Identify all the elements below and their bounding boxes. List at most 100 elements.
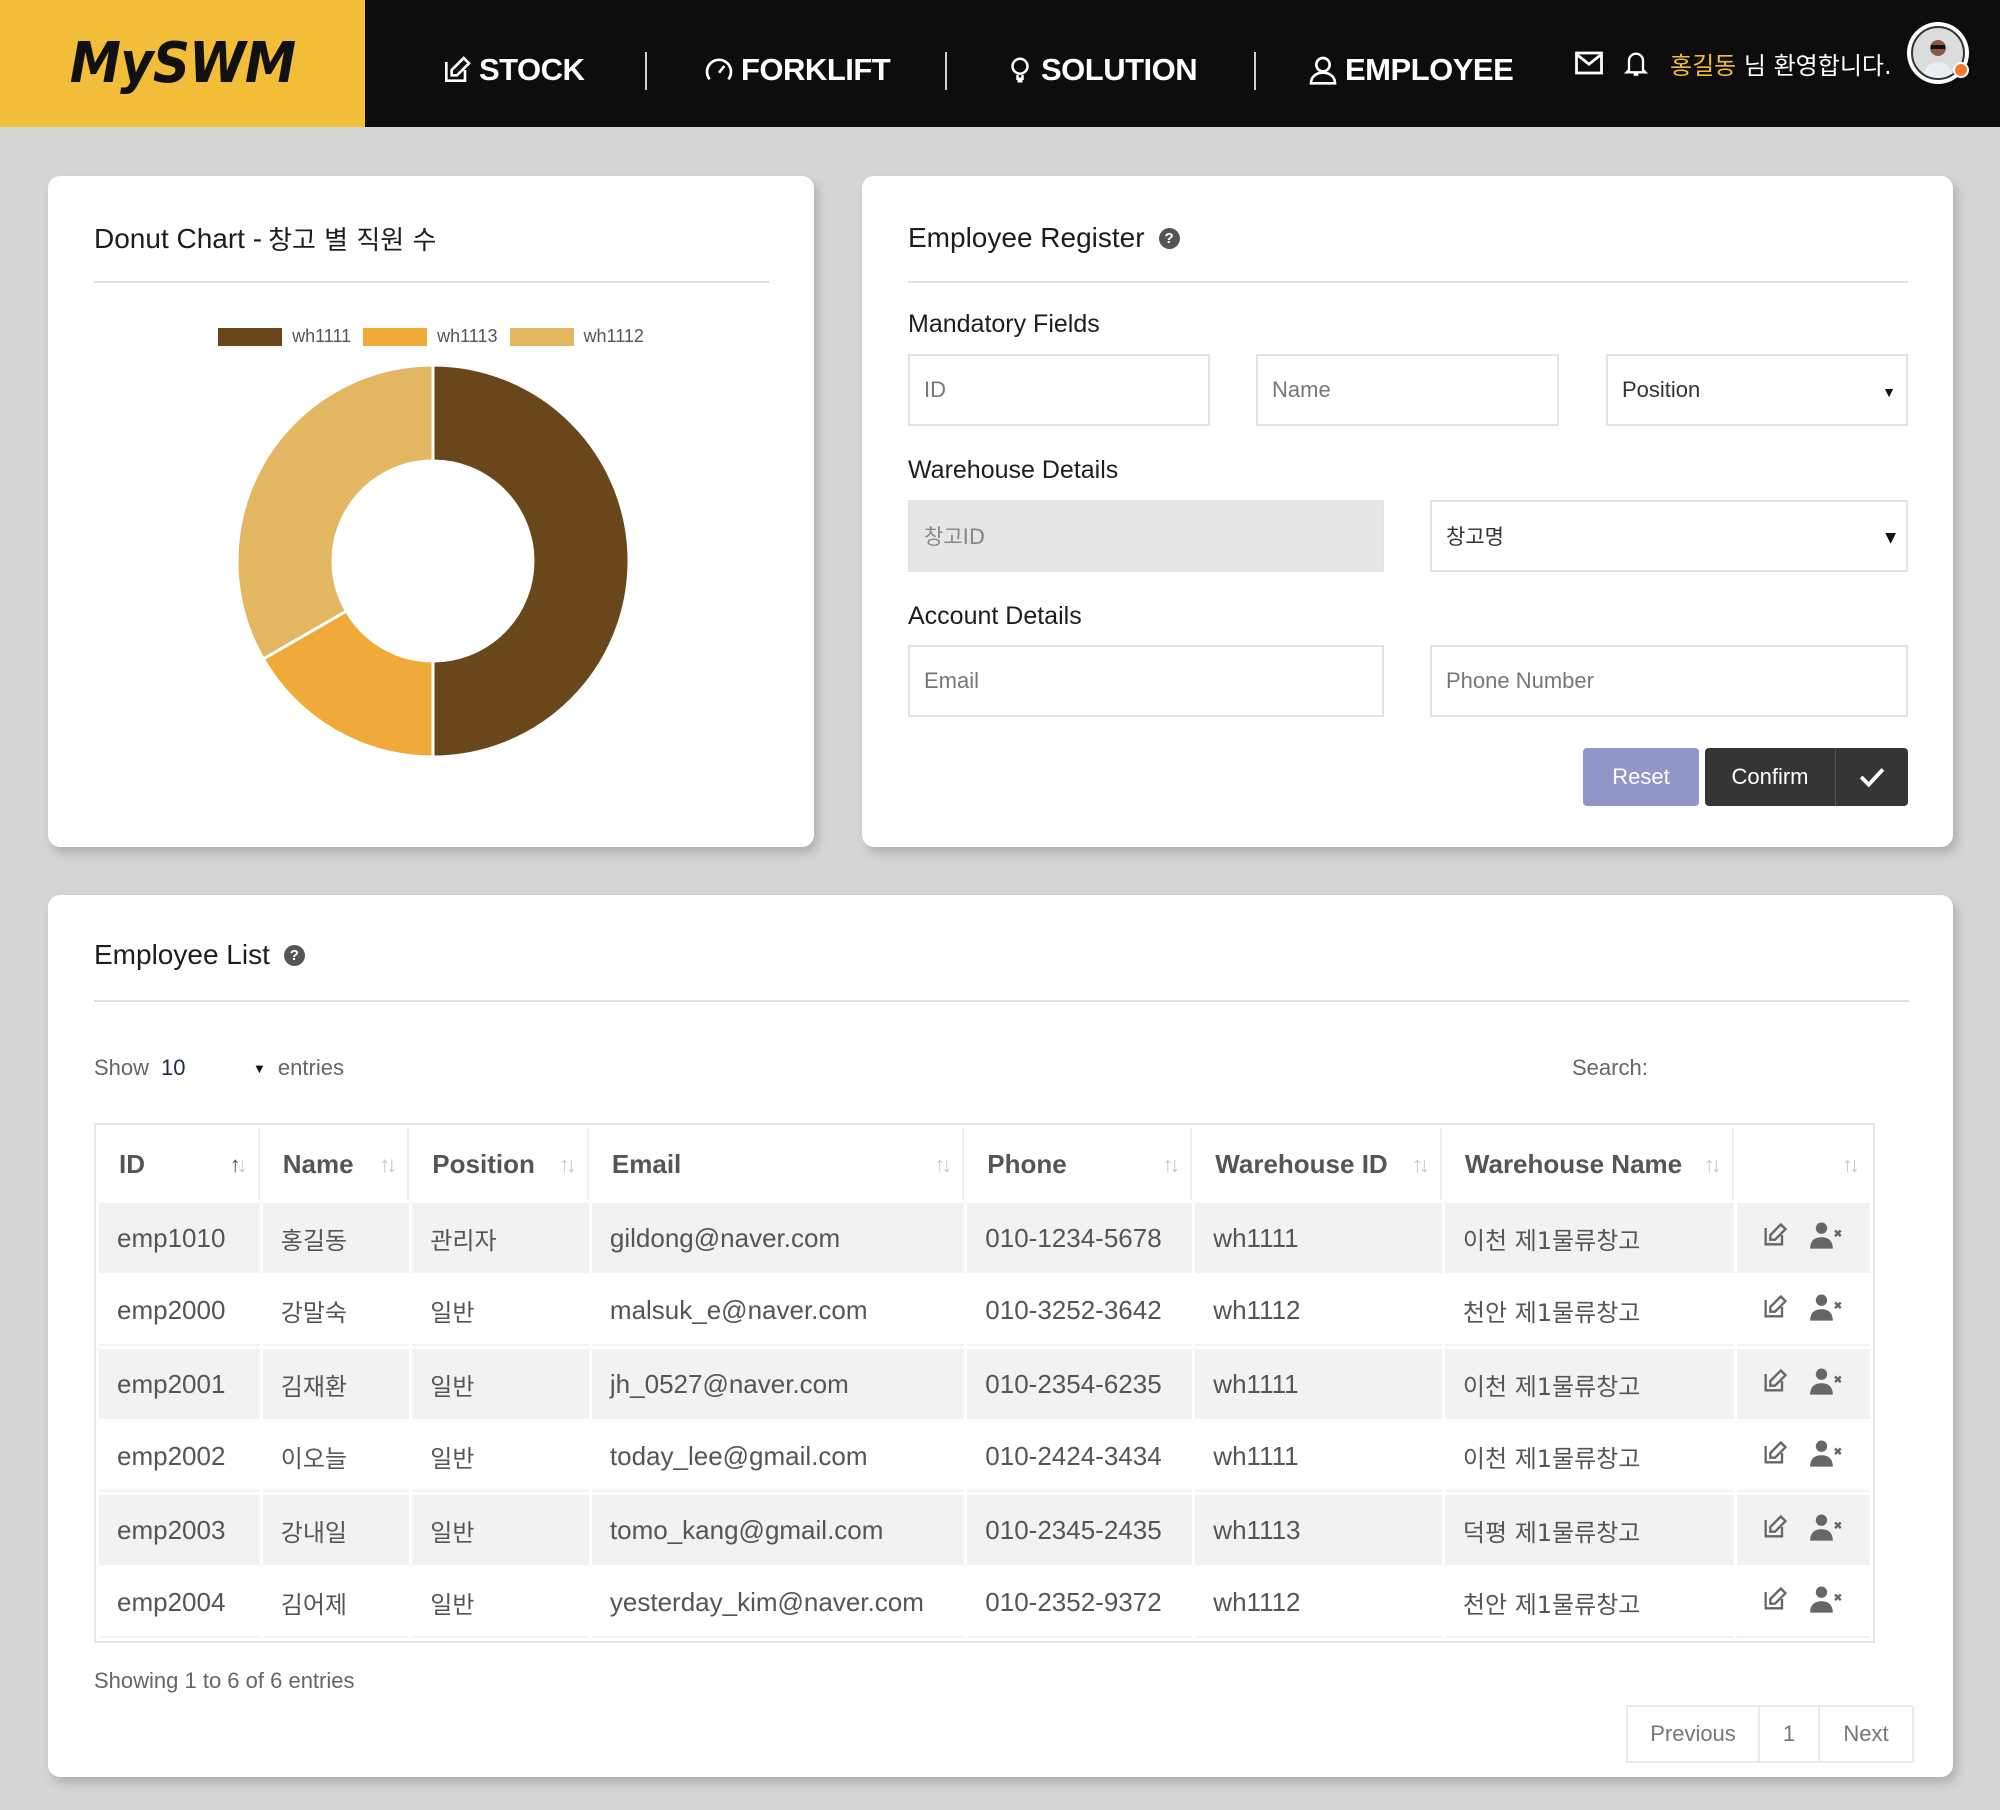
donut-slice-wh1111[interactable] [431, 363, 631, 759]
nav-employee[interactable]: EMPLOYEE [1307, 48, 1514, 92]
page-length-select[interactable]: 10 [161, 1055, 253, 1081]
mail-icon[interactable] [1574, 48, 1604, 78]
column-header-warehouse-id[interactable]: Warehouse ID ↑↓ [1195, 1128, 1442, 1200]
online-status-dot [1953, 62, 1969, 78]
question-circle-icon[interactable]: ? [1158, 227, 1180, 249]
cell-email: yesterday_kim@naver.com [591, 1568, 965, 1638]
avatar[interactable] [1907, 22, 1969, 84]
email-input[interactable]: Email [908, 645, 1384, 717]
lightbulb-icon [1011, 57, 1029, 83]
nav-solution[interactable]: SOLUTION [1005, 48, 1198, 92]
chevron-down-icon[interactable]: ▼ [253, 1061, 266, 1076]
cell-wh-id: wh1113 [1195, 1495, 1442, 1565]
sort-icon: ↑↓ [1842, 1152, 1860, 1177]
cell-wh-id: wh1111 [1195, 1422, 1442, 1492]
column-header-warehouse-name[interactable]: Warehouse Name ↑↓ [1445, 1128, 1734, 1200]
user-name: 홍길동 [1670, 52, 1737, 80]
column-header-id[interactable]: ID ↑↓ [99, 1128, 260, 1200]
cell-wh-name: 천안 제1물류창고 [1444, 1568, 1734, 1638]
cell-wh-name: 덕평 제1물류창고 [1444, 1495, 1734, 1565]
column-header-email[interactable]: Email ↑↓ [592, 1128, 965, 1200]
user-icon [1309, 56, 1337, 85]
sort-icon: ↑↓ [229, 1152, 248, 1177]
column-header-actions[interactable]: ↑↓ [1737, 1128, 1870, 1200]
cell-actions [1736, 1568, 1870, 1638]
employee-register-card: Employee Register ? Mandatory Fields ID … [862, 176, 1953, 847]
cell-position: 일반 [412, 1422, 589, 1492]
cell-phone: 010-1234-5678 [967, 1203, 1193, 1273]
edit-icon[interactable] [1761, 1367, 1789, 1395]
section-label-account: Account Details [908, 602, 1082, 630]
cell-wh-name: 천안 제1물류창고 [1444, 1276, 1734, 1346]
cell-wh-id: wh1111 [1195, 1349, 1442, 1419]
cell-name: 홍길동 [262, 1203, 410, 1273]
table-row: emp2003 강내일 일반 tomo_kang@gmail.com 010-2345-… [99, 1495, 1870, 1565]
table-header-row: ID ↑↓ Name ↑↓ Position ↑↓ Email ↑↓ Phone ↑↓ W… [99, 1128, 1870, 1200]
table-row: emp2000 강말숙 일반 malsuk_e@naver.com 010-3252-3… [99, 1276, 1870, 1346]
cell-phone: 010-2354-6235 [967, 1349, 1193, 1419]
warehouse-name-select[interactable]: 창고명 ▼ [1430, 500, 1908, 572]
welcome-message: 홍길동 님 환영합니다. [1670, 52, 1892, 80]
section-label-warehouse: Warehouse Details [908, 456, 1119, 484]
edit-icon[interactable] [1761, 1513, 1789, 1541]
name-input[interactable]: Name [1256, 354, 1559, 426]
cell-id: emp2004 [99, 1568, 260, 1638]
confirm-button[interactable]: Confirm [1705, 748, 1908, 806]
cell-actions [1736, 1349, 1870, 1419]
nav-stock[interactable]: STOCK [441, 48, 585, 92]
divider [94, 1000, 1909, 1002]
page-1-button[interactable]: 1 [1760, 1707, 1820, 1761]
cell-id: emp2003 [99, 1495, 260, 1565]
search-label: Search: [1572, 1055, 1648, 1080]
cell-phone: 010-2345-2435 [967, 1495, 1193, 1565]
cell-id: emp2000 [99, 1276, 260, 1346]
remove-user-icon[interactable] [1809, 1513, 1843, 1541]
remove-user-icon[interactable] [1809, 1367, 1843, 1395]
question-circle-icon[interactable]: ? [283, 944, 305, 966]
id-input[interactable]: ID [908, 354, 1210, 426]
remove-user-icon[interactable] [1809, 1293, 1843, 1321]
chevron-down-icon: ▼ [1882, 384, 1896, 400]
edit-icon[interactable] [1761, 1221, 1789, 1249]
speedometer-icon [705, 58, 733, 81]
warehouse-id-input: 창고ID [908, 500, 1384, 572]
cell-actions [1736, 1422, 1870, 1492]
next-page-button[interactable]: Next [1820, 1707, 1912, 1761]
check-icon [1859, 768, 1885, 788]
table-info: Showing 1 to 6 of 6 entries [94, 1668, 355, 1693]
previous-page-button[interactable]: Previous [1628, 1707, 1760, 1761]
edit-icon[interactable] [1761, 1585, 1789, 1613]
edit-icon[interactable] [1761, 1439, 1789, 1467]
cell-wh-id: wh1112 [1195, 1568, 1442, 1638]
nav-divider [945, 52, 947, 90]
top-navbar: MySWM STOCK FORKLIFT SOLUTION EMPLOYEE 홍… [0, 0, 2000, 127]
position-select[interactable]: Position ▼ [1606, 354, 1908, 426]
page-length-control: Show 10 ▼ entries [94, 1055, 344, 1081]
cell-actions [1736, 1203, 1870, 1273]
cell-email: tomo_kang@gmail.com [591, 1495, 965, 1565]
reset-button[interactable]: Reset [1583, 748, 1699, 806]
edit-icon[interactable] [1761, 1293, 1789, 1321]
cell-phone: 010-2352-9372 [967, 1568, 1193, 1638]
nav-forklift[interactable]: FORKLIFT [703, 48, 891, 92]
remove-user-icon[interactable] [1809, 1439, 1843, 1467]
cell-name: 강내일 [262, 1495, 410, 1565]
logo[interactable]: MySWM [0, 0, 365, 127]
remove-user-icon[interactable] [1809, 1585, 1843, 1613]
cell-email: gildong@naver.com [591, 1203, 965, 1273]
cell-wh-name: 이천 제1물류창고 [1444, 1422, 1734, 1492]
donut-chart-card: Donut Chart - 창고 별 직원 수 wh1111 wh1113 wh… [48, 176, 814, 847]
column-header-phone[interactable]: Phone ↑↓ [967, 1128, 1193, 1200]
column-header-name[interactable]: Name ↑↓ [263, 1128, 410, 1200]
bell-icon[interactable] [1622, 48, 1650, 78]
remove-user-icon[interactable] [1809, 1221, 1843, 1249]
cell-email: today_lee@gmail.com [591, 1422, 965, 1492]
cell-position: 일반 [412, 1349, 589, 1419]
donut-slice-wh1112[interactable] [235, 363, 435, 662]
sort-icon: ↑↓ [1411, 1152, 1430, 1177]
table-row: emp2004 김어제 일반 yesterday_kim@naver.com 010-2… [99, 1568, 1870, 1638]
phone-input[interactable]: Phone Number [1430, 645, 1908, 717]
column-header-position[interactable]: Position ↑↓ [412, 1128, 589, 1200]
cell-phone: 010-2424-3434 [967, 1422, 1193, 1492]
employee-table: ID ↑↓ Name ↑↓ Position ↑↓ Email ↑↓ Phone ↑↓ W… [94, 1123, 1875, 1643]
